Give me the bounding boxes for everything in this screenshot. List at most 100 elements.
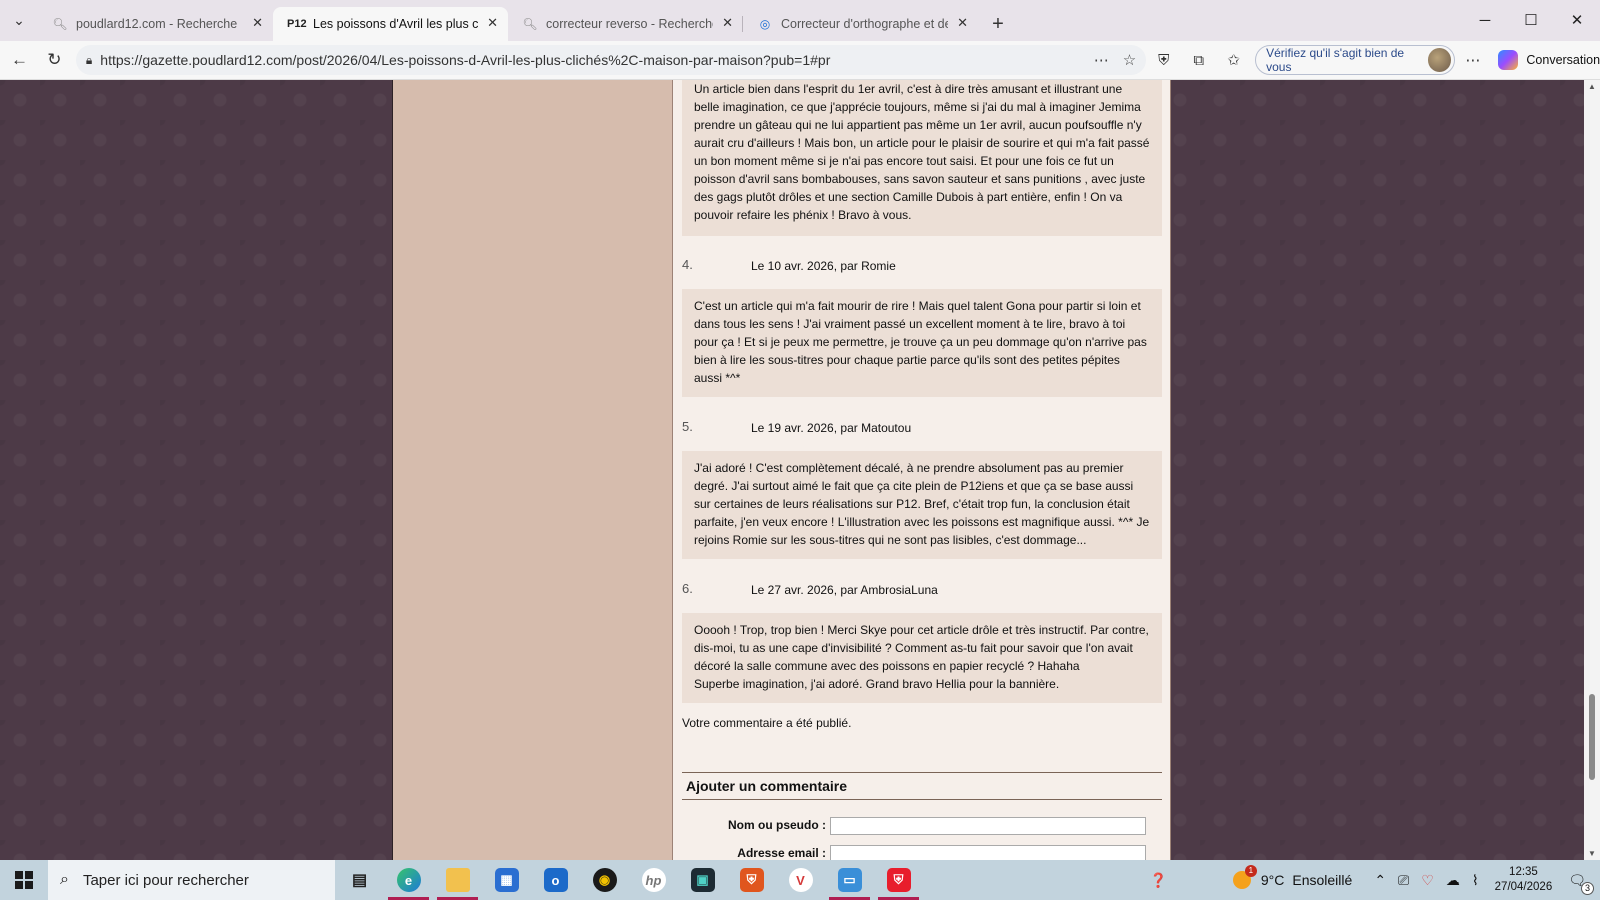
scroll-down-icon[interactable]: ▼: [1588, 849, 1596, 858]
taskbar-app-security[interactable]: ⛨: [727, 860, 776, 900]
wifi-icon[interactable]: ⌇: [1472, 872, 1479, 889]
folder-icon: [445, 868, 470, 892]
taskbar-app-media[interactable]: ◉: [580, 860, 629, 900]
add-comment-title: Ajouter un commentaire: [682, 772, 1162, 800]
taskbar-app-remote-desktop[interactable]: ▭: [825, 860, 874, 900]
email-field[interactable]: [830, 845, 1146, 860]
clock-date: 27/04/2026: [1494, 881, 1553, 893]
window-controls: ─ ☐ ✕: [1462, 0, 1600, 40]
sun-icon: [1232, 865, 1257, 889]
vivaldi-tray-icon[interactable]: ♡: [1421, 872, 1434, 889]
search-icon: 🔍︎: [522, 17, 538, 31]
page-scrollbar[interactable]: ▲ ▼: [1584, 80, 1600, 860]
maximize-icon[interactable]: ☐: [1508, 0, 1554, 40]
weather-condition: Ensoleillé: [1292, 872, 1353, 888]
terminal-icon: ▣: [690, 868, 715, 892]
taskbar-search-placeholder: Taper ici pour rechercher: [82, 871, 249, 889]
taskbar-app-hp[interactable]: hp: [629, 860, 678, 900]
p12-favicon-icon: P12: [287, 18, 307, 30]
tab-search-reverso[interactable]: 🔍︎ correcteur reverso - Recherche ✕: [508, 7, 743, 41]
shield-icon: ⛨: [739, 868, 764, 892]
tab-bar: ⌄ 🔍︎ poudlard12.com - Recherche ✕ P12 Le…: [0, 0, 1600, 41]
plus-icon: +: [992, 12, 1004, 35]
meet-now-icon[interactable]: ⎚: [1398, 872, 1409, 889]
start-button[interactable]: [0, 860, 48, 900]
browser-essentials-icon[interactable]: ⛨: [1146, 52, 1181, 69]
more-page-options-icon[interactable]: ⋯: [1094, 51, 1109, 69]
weather-widget[interactable]: 9°C Ensoleillé: [1232, 865, 1353, 889]
task-view-icon: ▤: [351, 872, 368, 889]
taskbar-app-file-explorer[interactable]: [433, 860, 482, 900]
windows-logo-icon: [15, 871, 33, 889]
taskbar-app-terminal[interactable]: ▣: [678, 860, 727, 900]
address-bar[interactable]: 🔒︎ https://gazette.poudlard12.com/post/2…: [75, 45, 1147, 75]
hp-icon: hp: [641, 868, 666, 892]
new-tab-button[interactable]: +: [978, 7, 1018, 41]
task-view-button[interactable]: ▤: [335, 860, 384, 900]
comment-number: 5.: [682, 419, 693, 434]
name-field[interactable]: [830, 817, 1146, 835]
name-field-label: Nom ou pseudo :: [728, 818, 826, 832]
comment-body: J'ai adoré ! C'est complètement décalé, …: [682, 451, 1162, 559]
taskbar-search-box[interactable]: ⌕ Taper ici pour rechercher: [48, 860, 335, 900]
comment-body: C'est un article qui m'a fait mourir de …: [682, 289, 1162, 397]
comment-header: Le 19 avr. 2026, par Matoutou: [751, 421, 912, 435]
help-icon[interactable]: ❓: [1149, 872, 1166, 889]
refresh-icon: ↻: [47, 50, 62, 69]
close-icon[interactable]: ✕: [252, 15, 263, 31]
close-icon[interactable]: ✕: [957, 15, 968, 31]
taskbar-app-vivaldi[interactable]: V: [776, 860, 825, 900]
notification-count: 3: [1581, 881, 1594, 895]
tab-actions-menu-button[interactable]: ⌄: [0, 0, 38, 41]
address-bar-row: ← ↻ 🔒︎ https://gazette.poudlard12.com/po…: [0, 41, 1600, 80]
taskbar-app-edge[interactable]: e: [384, 860, 433, 900]
scroll-thumb[interactable]: [1589, 694, 1595, 780]
comment-number: 4.: [682, 257, 693, 272]
chevron-up-icon[interactable]: ⌃: [1374, 872, 1386, 889]
clock-time: 12:35: [1509, 866, 1538, 878]
favorites-icon[interactable]: ✩: [1216, 51, 1251, 69]
taskbar-app-antivirus[interactable]: ⛨: [874, 860, 923, 900]
search-icon: ⌕: [60, 871, 69, 888]
url-text[interactable]: https://gazette.poudlard12.com/post/2026…: [100, 52, 1080, 68]
taskbar-app-outlook[interactable]: o: [531, 860, 580, 900]
lock-icon[interactable]: 🔒︎: [86, 53, 92, 68]
search-icon: 🔍︎: [52, 17, 68, 31]
copilot-label: Conversation: [1526, 53, 1600, 67]
comment-header: Le 10 avr. 2026, par Romie: [751, 259, 896, 273]
verify-label: Vérifiez qu'il s'agit bien de vous: [1266, 46, 1405, 74]
copilot-button[interactable]: Conversation: [1498, 50, 1600, 70]
onedrive-icon[interactable]: ☁: [1446, 872, 1460, 889]
tab-search-poudlard[interactable]: 🔍︎ poudlard12.com - Recherche ✕: [38, 7, 273, 41]
windows-taskbar: ⌕ Taper ici pour rechercher ▤ e ▦ o ◉ hp…: [0, 860, 1600, 900]
tab-article[interactable]: P12 Les poissons d'Avril les plus cliché…: [273, 7, 508, 41]
scroll-up-icon[interactable]: ▲: [1588, 82, 1596, 91]
favorite-star-icon[interactable]: ☆: [1123, 51, 1136, 69]
tab-title: Les poissons d'Avril les plus clichés: [313, 17, 478, 31]
email-field-label: Adresse email :: [737, 846, 826, 860]
left-column: [392, 80, 672, 860]
edge-icon: e: [396, 868, 421, 892]
back-button[interactable]: ←: [2, 42, 37, 78]
refresh-button[interactable]: ↻: [37, 42, 72, 78]
comment-header: Le 27 avr. 2026, par AmbrosiaLuna: [751, 583, 938, 597]
minimize-icon[interactable]: ─: [1462, 0, 1508, 40]
comment-body: Un article bien dans l'esprit du 1er avr…: [682, 80, 1162, 236]
tab-reverso-corrector[interactable]: ◎ Correcteur d'orthographe et de grammai…: [743, 7, 978, 41]
verify-identity-button[interactable]: Vérifiez qu'il s'agit bien de vous: [1255, 45, 1456, 75]
chevron-down-icon: ⌄: [13, 12, 25, 28]
extensions-icon[interactable]: ⧉: [1181, 52, 1216, 69]
reverso-icon: ◎: [759, 17, 771, 31]
close-icon[interactable]: ✕: [722, 15, 733, 31]
store-icon: ▦: [494, 868, 519, 892]
system-clock[interactable]: 12:35 27/04/2026: [1495, 865, 1553, 895]
notifications-icon[interactable]: 🗨︎ 3: [1568, 872, 1594, 895]
settings-menu-icon[interactable]: ⋯: [1455, 51, 1490, 69]
antivirus-shield-icon: ⛨: [886, 868, 911, 892]
tab-title: correcteur reverso - Recherche: [546, 17, 713, 31]
close-window-icon[interactable]: ✕: [1554, 0, 1600, 40]
comment-number: 6.: [682, 581, 693, 596]
close-icon[interactable]: ✕: [487, 15, 498, 31]
taskbar-app-store[interactable]: ▦: [482, 860, 531, 900]
tab-title: poudlard12.com - Recherche: [76, 17, 238, 31]
